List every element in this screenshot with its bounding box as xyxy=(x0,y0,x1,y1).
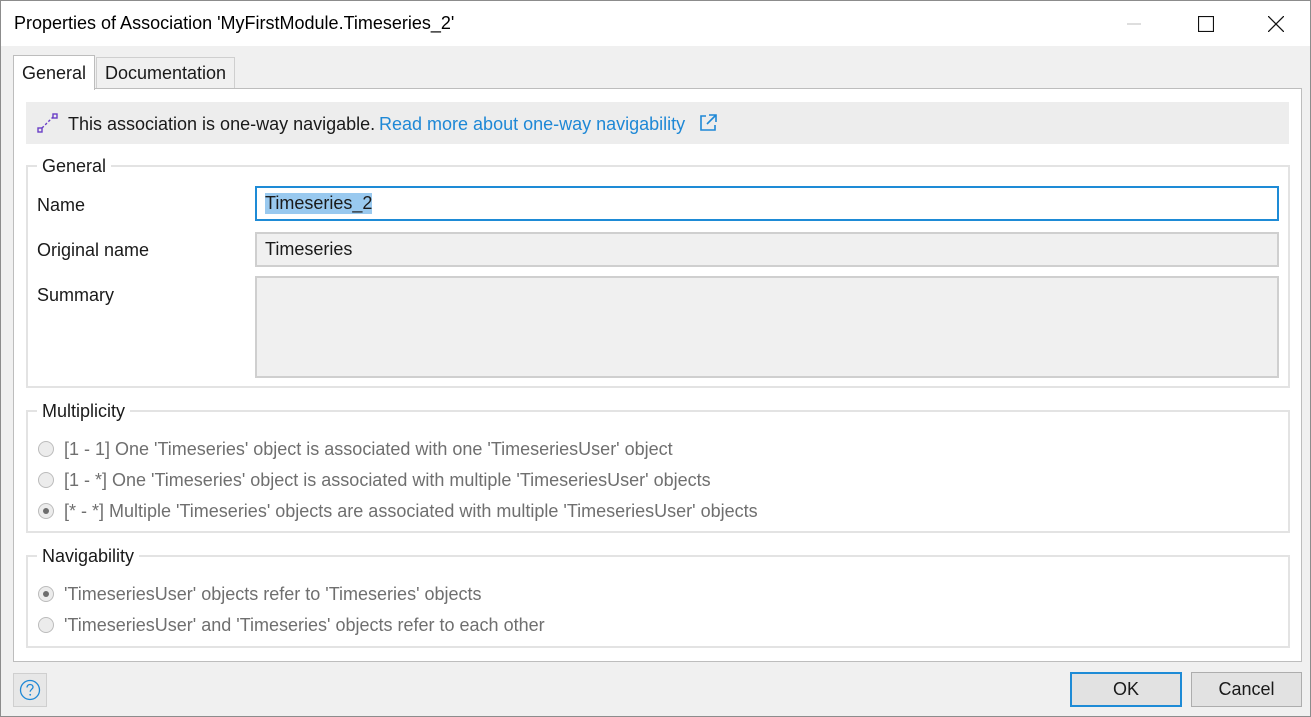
window-title: Properties of Association 'MyFirstModule… xyxy=(14,13,455,33)
multiplicity-option-many-many: [* - *] Multiple 'Timeseries' objects ar… xyxy=(38,499,758,523)
name-label: Name xyxy=(37,195,86,215)
radio-button xyxy=(38,617,54,633)
summary-field xyxy=(255,276,1279,378)
original-name-label: Original name xyxy=(37,240,150,260)
close-button[interactable] xyxy=(1241,1,1311,46)
ok-button[interactable]: OK xyxy=(1070,672,1182,707)
original-name-value: Timeseries xyxy=(265,239,353,259)
cancel-button-label: Cancel xyxy=(1218,679,1275,699)
radio-label: [1 - 1] One 'Timeseries' object is assoc… xyxy=(64,438,673,459)
navigability-option-one-way: 'TimeseriesUser' objects refer to 'Times… xyxy=(38,582,482,606)
radio-label: [* - *] Multiple 'Timeseries' objects ar… xyxy=(64,500,758,521)
tab-documentation-label: Documentation xyxy=(104,63,227,83)
minimize-button[interactable] xyxy=(1099,1,1169,46)
association-icon xyxy=(37,112,59,139)
tab-documentation[interactable]: Documentation xyxy=(96,57,235,89)
radio-button xyxy=(38,472,54,488)
minimize-icon xyxy=(1127,23,1141,24)
navigability-group-legend: Navigability xyxy=(37,546,140,567)
title-bar: Properties of Association 'MyFirstModule… xyxy=(1,1,1310,46)
name-input-value: Timeseries_2 xyxy=(265,193,373,214)
info-message: This association is one-way navigable. xyxy=(68,114,376,134)
multiplicity-option-1-1: [1 - 1] One 'Timeseries' object is assoc… xyxy=(38,437,673,461)
multiplicity-option-1-many: [1 - *] One 'Timeseries' object is assoc… xyxy=(38,468,711,492)
tab-general[interactable]: General xyxy=(13,55,95,90)
radio-button xyxy=(38,586,54,602)
radio-label: [1 - *] One 'Timeseries' object is assoc… xyxy=(64,469,711,490)
help-button[interactable] xyxy=(13,673,47,707)
navigability-option-both: 'TimeseriesUser' and 'Timeseries' object… xyxy=(38,613,545,637)
external-link-icon[interactable] xyxy=(698,113,718,138)
multiplicity-group-legend: Multiplicity xyxy=(37,401,131,422)
original-name-field: Timeseries xyxy=(255,232,1279,267)
summary-label: Summary xyxy=(37,285,115,305)
general-group-legend: General xyxy=(37,156,112,177)
close-icon xyxy=(1268,15,1284,32)
radio-label: 'TimeseriesUser' objects refer to 'Times… xyxy=(64,583,482,604)
tab-general-label: General xyxy=(21,62,87,83)
radio-button xyxy=(38,503,54,519)
radio-button xyxy=(38,441,54,457)
read-more-link[interactable]: Read more about one-way navigability xyxy=(379,114,685,135)
properties-dialog: Properties of Association 'MyFirstModule… xyxy=(0,0,1311,717)
help-icon xyxy=(19,679,41,701)
cancel-button[interactable]: Cancel xyxy=(1191,672,1302,707)
radio-label: 'TimeseriesUser' and 'Timeseries' object… xyxy=(64,614,545,635)
maximize-icon xyxy=(1198,15,1214,32)
name-input[interactable]: Timeseries_2 xyxy=(255,186,1279,221)
ok-button-label: OK xyxy=(1112,679,1139,699)
maximize-button[interactable] xyxy=(1171,1,1241,46)
